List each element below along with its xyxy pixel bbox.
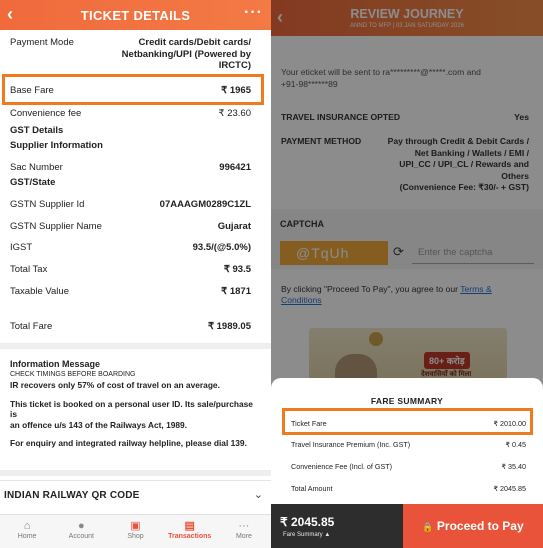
nav-home[interactable]: ⌂ Home xyxy=(0,515,54,548)
total-tax-value: ₹ 93.5 xyxy=(223,264,251,275)
cost-recovery-text: IR recovers only 57% of cost of travel o… xyxy=(10,380,220,390)
nav-home-label: Home xyxy=(17,533,37,540)
nav-shop-label: Shop xyxy=(127,533,144,540)
payment-mode-value-line3: IRCTC) xyxy=(218,60,251,71)
proceed-to-pay-button[interactable]: 🔒 Proceed to Pay xyxy=(403,504,543,548)
convenience-fee-summary-value: ₹ 35.40 xyxy=(501,462,526,471)
insurance-premium-value: ₹ 0.45 xyxy=(505,440,526,449)
proceed-to-pay-label: Proceed to Pay xyxy=(436,519,524,533)
nav-transactions-label: Transactions xyxy=(168,533,212,540)
gstn-supplier-id-value: 07AAAGM0289C1ZL xyxy=(159,199,251,210)
total-fare-label: Total Fare xyxy=(10,321,53,332)
bottom-navigation: ⌂ Home ● Account ▣ Shop ▤ Transactions ·… xyxy=(0,514,271,548)
sac-number-label: Sac Number xyxy=(10,162,63,173)
ticket-fare-highlight-box xyxy=(282,408,533,435)
more-icon: ··· xyxy=(238,520,250,532)
ticket-details-header: ‹ TICKET DETAILS ··· xyxy=(0,0,271,30)
nav-shop[interactable]: ▣ Shop xyxy=(108,515,162,548)
check-timings-text: CHECK TIMINGS BEFORE BOARDING xyxy=(10,370,136,378)
convenience-fee-summary-row: Convenience Fee (Incl. of GST) ₹ 35.40 xyxy=(291,462,526,471)
account-icon: ● xyxy=(77,520,85,532)
nav-account-label: Account xyxy=(68,533,94,540)
nav-more-label: More xyxy=(235,533,252,540)
payment-bar: ₹ 2045.85 Fare Summary ▲ 🔒 Proceed to Pa… xyxy=(271,504,543,548)
nav-account[interactable]: ● Account xyxy=(54,515,108,548)
chevron-down-icon[interactable]: ⌄ xyxy=(254,488,263,501)
nav-more[interactable]: ··· More xyxy=(217,515,271,548)
payment-mode-value-line2: Netbanking/UPI (Powered by xyxy=(121,48,251,60)
total-amount-label: Total Amount xyxy=(291,484,333,493)
personal-id-text-2: an offence u/s 143 of the Railways Act, … xyxy=(10,419,188,430)
supplier-information-label: Supplier Information xyxy=(10,140,103,151)
convenience-fee-label: Convenience fee xyxy=(10,108,82,119)
lock-icon: 🔒 xyxy=(422,522,434,532)
back-arrow-icon[interactable]: ‹ xyxy=(7,4,13,25)
nav-transactions[interactable]: ▤ Transactions xyxy=(163,515,217,548)
page-title: TICKET DETAILS xyxy=(80,7,191,23)
fare-summary-link[interactable]: Fare Summary ▲ xyxy=(283,532,330,538)
fare-summary-toggle[interactable]: ₹ 2045.85 Fare Summary ▲ xyxy=(271,504,403,548)
insurance-premium-label: Travel Insurance Premium (Inc. GST) xyxy=(291,440,411,449)
taxable-value-label: Taxable Value xyxy=(10,286,69,297)
total-amount-row: Total Amount ₹ 2045.85 xyxy=(291,484,526,493)
personal-id-text-1: This ticket is booked on a personal user… xyxy=(10,398,253,420)
igst-label: IGST xyxy=(10,242,33,253)
payment-mode-value: Credit cards/Debit cards/ Netbanking/UPI… xyxy=(101,37,251,71)
payment-mode-value-line1: Credit cards/Debit cards/ xyxy=(138,37,251,48)
qr-code-section[interactable]: INDIAN RAILWAY QR CODE ⌄ xyxy=(0,480,271,510)
shop-icon: ▣ xyxy=(130,520,141,532)
fare-summary-title: FARE SUMMARY xyxy=(370,396,444,406)
fare-summary-link-label: Fare Summary xyxy=(283,532,323,538)
gstn-supplier-name-value: Gujarat xyxy=(217,221,251,232)
gstn-supplier-name-label: GSTN Supplier Name xyxy=(10,221,102,232)
fare-summary-sheet: FARE SUMMARY Ticket Fare ₹ 2010.00 Trave… xyxy=(271,378,543,504)
convenience-fee-summary-label: Convenience Fee (Incl. of GST) xyxy=(291,462,393,471)
insurance-premium-row: Travel Insurance Premium (Inc. GST) ₹ 0.… xyxy=(291,440,526,449)
igst-value: 93.5/(@5.0%) xyxy=(192,242,251,253)
qr-code-title: INDIAN RAILWAY QR CODE xyxy=(4,490,140,501)
taxable-value-value: ₹ 1871 xyxy=(221,286,251,297)
information-message: Information Message CHECK TIMINGS BEFORE… xyxy=(10,359,261,449)
more-menu-icon[interactable]: ··· xyxy=(244,4,263,22)
section-divider xyxy=(0,343,271,349)
convenience-fee-value: ₹ 23.60 xyxy=(218,108,251,119)
information-message-heading: Information Message xyxy=(10,359,101,369)
base-fare-highlight-box xyxy=(2,74,264,105)
section-divider-2 xyxy=(0,470,271,476)
payment-mode-label: Payment Mode xyxy=(10,37,74,48)
home-icon: ⌂ xyxy=(23,520,31,532)
total-tax-label: Total Tax xyxy=(10,264,48,275)
helpline-text: For enquiry and integrated railway helpl… xyxy=(10,438,247,448)
gstn-supplier-id-label: GSTN Supplier Id xyxy=(10,199,85,210)
caret-up-icon: ▲ xyxy=(324,532,331,538)
transactions-icon: ▤ xyxy=(184,520,195,532)
gst-state-label: GST/State xyxy=(10,177,56,188)
total-fare-value: ₹ 1989.05 xyxy=(207,321,251,332)
ticket-details-screen: ‹ TICKET DETAILS ··· Payment Mode Credit… xyxy=(0,0,271,548)
payable-amount: ₹ 2045.85 xyxy=(280,515,335,529)
gst-details-label: GST Details xyxy=(10,125,64,136)
sac-number-value: 996421 xyxy=(219,162,251,173)
total-amount-value: ₹ 2045.85 xyxy=(493,484,526,493)
